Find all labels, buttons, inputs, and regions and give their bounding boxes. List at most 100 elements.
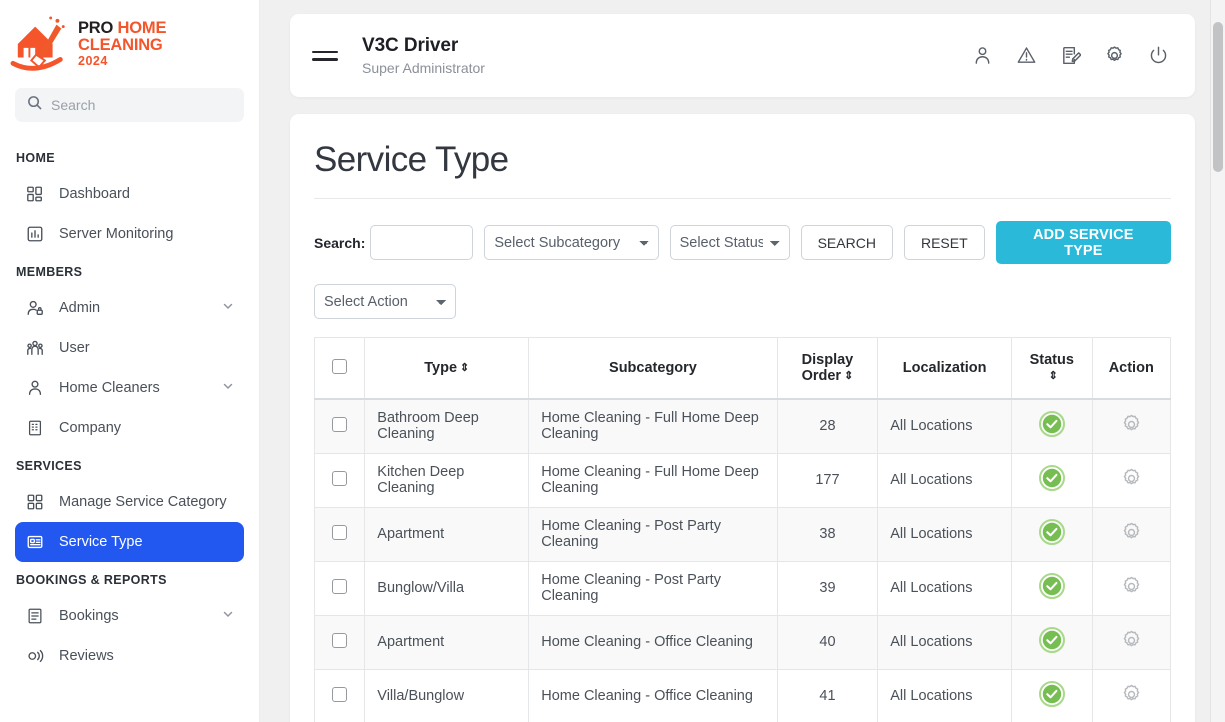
table-row: Bunglow/Villa Home Cleaning - Post Party … — [313, 560, 1171, 616]
hamburger-menu-icon[interactable] — [312, 46, 338, 66]
cell-status[interactable] — [1011, 560, 1093, 616]
gear-icon[interactable] — [1120, 629, 1143, 652]
sidebar-item-label: Server Monitoring — [59, 225, 174, 242]
service-type-card: Service Type Search: Select Subcategory … — [290, 114, 1195, 722]
building-icon — [25, 418, 45, 438]
column-header-subcategory[interactable]: Subcategory — [528, 337, 778, 400]
table-row: Kitchen Deep Cleaning Home Cleaning - Ful… — [313, 452, 1171, 508]
status-active-icon[interactable] — [1038, 465, 1065, 491]
sidebar-item-dashboard[interactable]: Dashboard — [15, 174, 244, 214]
gear-icon[interactable] — [1120, 683, 1143, 706]
status-active-icon[interactable] — [1038, 627, 1065, 653]
sidebar-item-reviews[interactable]: Reviews — [15, 636, 244, 676]
edit-document-icon[interactable] — [1060, 45, 1081, 66]
sidebar-item-bookings[interactable]: Bookings — [15, 596, 244, 636]
cell-display-order: 177 — [776, 452, 879, 508]
cell-subcategory: Home Cleaning - Full Home Deep Cleaning — [528, 452, 778, 508]
status-active-icon[interactable] — [1038, 573, 1065, 599]
row-checkbox[interactable] — [332, 686, 348, 702]
gear-icon[interactable] — [1120, 521, 1143, 544]
select-all-header[interactable] — [313, 337, 366, 400]
search-icon — [27, 95, 42, 115]
row-select-cell[interactable] — [313, 398, 366, 454]
search-input-filter[interactable] — [370, 225, 474, 260]
service-type-table: Type ⇕ Subcategory Display Order ⇕ Localiz… — [313, 337, 1171, 722]
cell-action[interactable] — [1091, 614, 1171, 670]
cell-type: Apartment — [364, 614, 530, 670]
search-button[interactable]: SEARCH — [800, 225, 893, 260]
sort-icon[interactable]: ⇕ — [460, 363, 469, 374]
app-logo[interactable]: PRO HOME CLEANING 2024 — [0, 0, 259, 80]
cell-action[interactable] — [1091, 668, 1171, 722]
status-select[interactable]: Select Status — [669, 225, 790, 260]
bulk-action-select[interactable]: Select Action — [314, 284, 456, 319]
chevron-down-icon[interactable] — [222, 608, 234, 624]
sidebar-item-admin[interactable]: Admin — [15, 288, 244, 328]
row-select-cell[interactable] — [313, 560, 366, 616]
search-input[interactable] — [51, 97, 232, 113]
page-user-title: V3C Driver — [362, 35, 459, 56]
row-checkbox[interactable] — [332, 470, 348, 486]
sidebar-item-company[interactable]: Company — [15, 408, 244, 448]
cell-status[interactable] — [1011, 398, 1093, 454]
cell-action[interactable] — [1091, 506, 1171, 562]
column-header-localization[interactable]: Localization — [877, 337, 1013, 400]
cell-action[interactable] — [1091, 560, 1171, 616]
gear-icon[interactable] — [1120, 467, 1143, 490]
status-active-icon[interactable] — [1038, 519, 1065, 545]
cell-action[interactable] — [1091, 398, 1171, 454]
filter-toolbar: Search: Select Subcategory Select Status… — [314, 221, 1171, 264]
column-label: Action — [1108, 360, 1154, 376]
column-header-status[interactable]: Status ⇕ — [1011, 337, 1093, 400]
select-all-checkbox[interactable] — [332, 358, 348, 374]
sidebar-item-user[interactable]: User — [15, 328, 244, 368]
profile-icon[interactable] — [972, 45, 993, 66]
page-scrollbar[interactable] — [1210, 0, 1225, 722]
sidebar-item-server-monitoring[interactable]: Server Monitoring — [15, 214, 244, 254]
add-service-type-button[interactable]: ADD SERVICE TYPE — [995, 221, 1171, 264]
chevron-down-icon[interactable] — [222, 380, 234, 396]
sidebar-item-service-type[interactable]: Service Type — [15, 522, 244, 562]
reset-button[interactable]: RESET — [903, 225, 985, 260]
cell-display-order: 28 — [776, 398, 879, 454]
row-checkbox[interactable] — [332, 416, 348, 432]
row-checkbox[interactable] — [332, 524, 348, 540]
gear-icon[interactable] — [1120, 575, 1143, 598]
status-active-icon[interactable] — [1038, 681, 1065, 707]
cell-subcategory: Home Cleaning - Full Home Deep Cleaning — [528, 398, 778, 454]
sort-icon[interactable]: ⇕ — [844, 371, 853, 382]
cell-status[interactable] — [1011, 614, 1093, 670]
cell-localization: All Locations — [877, 506, 1013, 562]
alert-warning-icon[interactable] — [1016, 45, 1037, 66]
settings-gear-icon[interactable] — [1104, 45, 1125, 66]
sidebar-item-label: Manage Service Category — [59, 493, 227, 510]
row-checkbox[interactable] — [332, 578, 348, 594]
status-active-icon[interactable] — [1038, 411, 1065, 438]
cell-status[interactable] — [1011, 506, 1093, 562]
power-logout-icon[interactable] — [1148, 45, 1169, 66]
chevron-down-icon[interactable] — [222, 300, 234, 316]
cell-status[interactable] — [1011, 668, 1093, 722]
row-checkbox[interactable] — [332, 632, 348, 648]
sort-icon[interactable]: ⇕ — [1049, 371, 1058, 382]
cell-action[interactable] — [1091, 452, 1171, 508]
gear-icon[interactable] — [1120, 413, 1143, 436]
row-select-cell[interactable] — [313, 614, 366, 670]
table-row: Bathroom Deep Cleaning Home Cleaning - Fu… — [313, 398, 1171, 454]
row-select-cell[interactable] — [313, 506, 366, 562]
sidebar-item-home-cleaners[interactable]: Home Cleaners — [15, 368, 244, 408]
subcategory-select[interactable]: Select Subcategory — [484, 225, 659, 260]
sidebar-search-box[interactable] — [15, 88, 244, 122]
cell-localization: All Locations — [877, 398, 1013, 454]
cell-display-order: 38 — [776, 506, 879, 562]
cell-display-order: 40 — [776, 614, 879, 670]
sidebar-item-manage-service-category[interactable]: Manage Service Category — [15, 482, 244, 522]
cell-subcategory: Home Cleaning - Post Party Cleaning — [528, 560, 778, 616]
row-select-cell[interactable] — [313, 668, 366, 722]
sidebar-item-label: Home Cleaners — [59, 379, 160, 396]
row-select-cell[interactable] — [313, 452, 366, 508]
cell-status[interactable] — [1011, 452, 1093, 508]
column-header-type[interactable]: Type ⇕ — [364, 337, 530, 400]
scrollbar-thumb[interactable] — [1213, 22, 1223, 172]
column-header-display-order[interactable]: Display Order ⇕ — [776, 337, 879, 400]
